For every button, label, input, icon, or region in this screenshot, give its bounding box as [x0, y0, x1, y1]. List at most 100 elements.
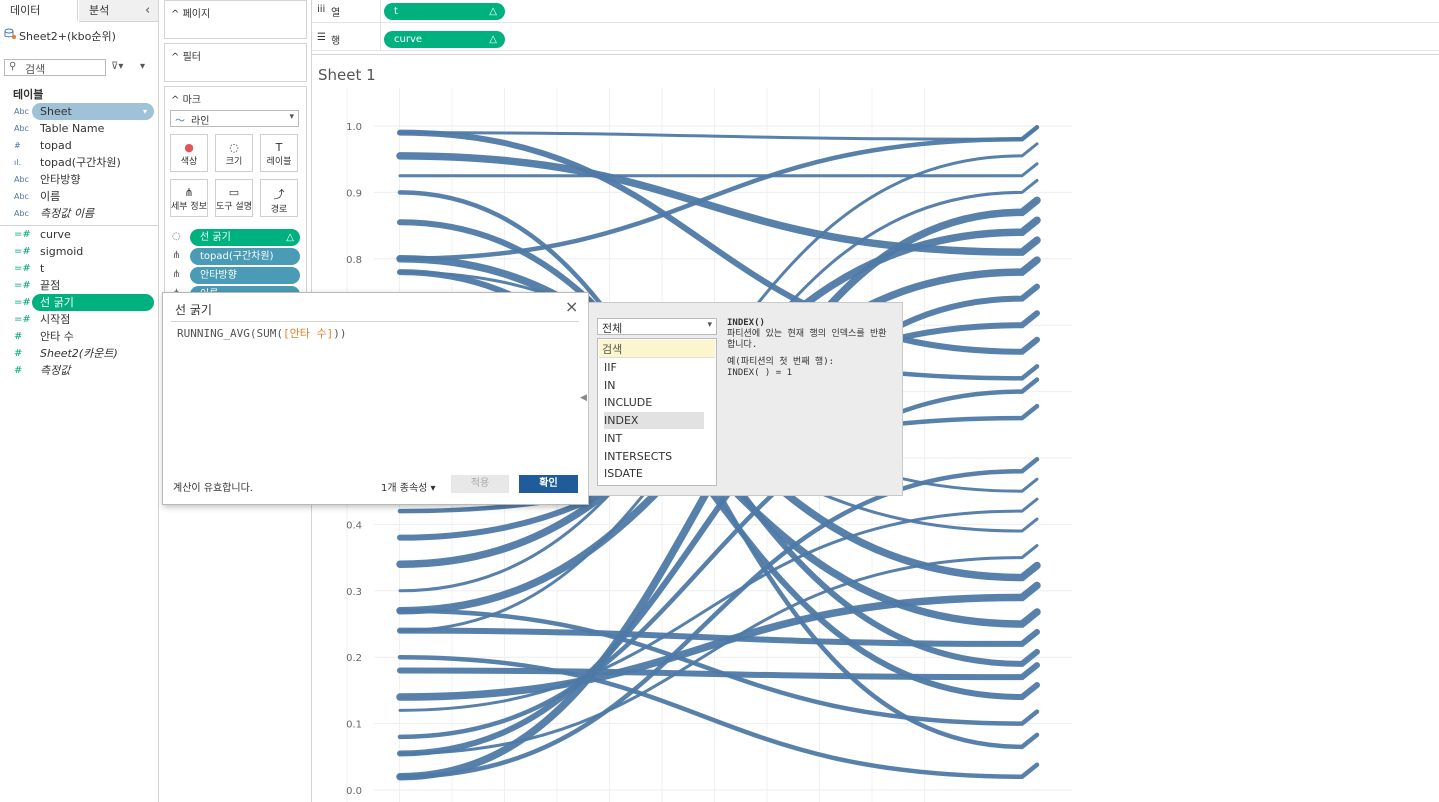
- chevron-up-icon[interactable]: ^: [171, 9, 179, 20]
- function-item[interactable]: INTERSECTS: [604, 448, 704, 465]
- validation-status: 계산이 유효합니다.: [173, 483, 253, 494]
- columns-pill-t[interactable]: t △: [384, 3, 505, 20]
- measure-field[interactable]: =# 끝점: [0, 277, 158, 294]
- filters-card[interactable]: ^ 필터: [164, 43, 307, 82]
- function-item[interactable]: ISDATE: [604, 465, 704, 482]
- measure-field[interactable]: =# 시작점: [0, 311, 158, 328]
- series-line[interactable]: [397, 662, 1040, 681]
- field-label: Sheet2(카운트): [40, 347, 118, 360]
- mark-button-3[interactable]: ⋔ 세부 정보: [170, 179, 208, 217]
- datasource-name[interactable]: Sheet2+(kbo순위): [19, 28, 116, 44]
- measure-field[interactable]: =# curve: [0, 226, 158, 243]
- mark-type-value: 라인: [191, 116, 210, 127]
- formula-editor[interactable]: RUNNING_AVG(SUM([안타 수])): [177, 325, 346, 341]
- field-label: topad(구간차원): [40, 156, 121, 169]
- function-item[interactable]: INDEX: [604, 412, 704, 430]
- delta-icon: △: [489, 34, 497, 45]
- filter-fields-icon[interactable]: ⊽▾: [111, 61, 123, 72]
- sheet-title: Sheet 1: [318, 66, 376, 84]
- y-tick-label: 0.3: [346, 587, 362, 598]
- field-label: 측정값: [40, 364, 71, 377]
- field-label: sigmoid: [40, 245, 84, 258]
- rows-pill-curve[interactable]: curve △: [384, 31, 505, 48]
- collapse-pane-icon[interactable]: ‹: [145, 3, 150, 18]
- chevron-up-icon[interactable]: ^: [171, 52, 179, 63]
- mark-button-5[interactable]: ⤴ 경로: [260, 179, 298, 217]
- calculated-field-icon: =#: [14, 280, 31, 291]
- measure-field[interactable]: # 측정값: [0, 362, 158, 379]
- series-line[interactable]: [398, 125, 1039, 141]
- function-help: INDEX() 파티션에 있는 현재 행의 인덱스를 반환합니다. 예(파티션의…: [727, 318, 892, 379]
- mark-button-label: 세부 정보: [171, 202, 207, 212]
- field-label: 측정값 이름: [40, 207, 95, 220]
- marks-pill-0[interactable]: 선 굵기 △: [190, 229, 300, 246]
- field-label: t: [40, 262, 45, 275]
- marks-pill-1[interactable]: topad(구간차원): [190, 248, 300, 265]
- section-tables: 테이블: [13, 88, 44, 101]
- path-icon: ⤴: [273, 188, 285, 201]
- label-icon: T: [275, 141, 283, 154]
- function-item[interactable]: IIF: [604, 359, 704, 376]
- mark-type-select[interactable]: 〜 라인 ▾: [170, 110, 299, 127]
- help-title: INDEX(): [727, 318, 765, 328]
- formula-end: )): [333, 327, 347, 340]
- field-label: Sheet: [40, 105, 72, 118]
- string-type-icon: Abc: [14, 175, 29, 184]
- dimension-field[interactable]: Abc 안타방향: [0, 171, 158, 188]
- pane-menu-icon[interactable]: ▾: [140, 61, 145, 72]
- chevron-down-icon[interactable]: ▾: [143, 103, 147, 120]
- dependency-dropdown[interactable]: 1개 종속성 ▾: [381, 479, 436, 494]
- calculated-field-icon: =#: [14, 297, 31, 308]
- dimension-field[interactable]: ▾ Abc Sheet: [0, 103, 158, 120]
- field-label: 안타 수: [40, 330, 74, 343]
- dimension-field[interactable]: Abc 측정값 이름: [0, 205, 158, 222]
- marks-card-title: ^ 마크: [171, 95, 201, 106]
- chevron-up-icon[interactable]: ^: [171, 95, 179, 106]
- function-item[interactable]: IN: [604, 377, 704, 394]
- help-description: 파티션에 있는 현재 행의 인덱스를 반환합니다.: [727, 329, 887, 350]
- filters-card-title: ^ 필터: [171, 52, 201, 63]
- calculated-field-icon: =#: [14, 246, 31, 257]
- function-list[interactable]: 검색 IIF IN INCLUDE INDEX INT INTERSECTS ISDATE: [597, 338, 717, 486]
- y-tick-label: 1.0: [346, 122, 362, 133]
- formula-function: RUNNING_AVG(SUM(: [177, 327, 283, 340]
- function-search-input[interactable]: 검색: [599, 340, 715, 358]
- detail-icon: ⋔: [172, 250, 181, 261]
- mark-button-1[interactable]: ◌ 크기: [215, 134, 253, 172]
- y-tick-label: 0.8: [346, 255, 362, 266]
- ok-button[interactable]: 확인: [519, 475, 578, 493]
- calculated-field-icon: =#: [14, 263, 31, 274]
- calculation-dialog: 선 굵기 × RUNNING_AVG(SUM([안타 수])) 계산이 유효합니…: [162, 292, 589, 505]
- string-type-icon: Abc: [14, 107, 29, 116]
- collapse-left-icon[interactable]: ◀: [580, 393, 587, 403]
- search-icon: ⚲: [9, 61, 17, 72]
- measure-field[interactable]: =# t: [0, 260, 158, 277]
- category-select[interactable]: 전체 ▾: [597, 318, 717, 335]
- mark-button-4[interactable]: ▭ 도구 설명: [215, 179, 253, 217]
- datasource-icon: [4, 28, 16, 39]
- measure-field[interactable]: =# 선 굵기: [0, 294, 158, 311]
- function-item[interactable]: INCLUDE: [604, 394, 704, 411]
- field-label: 안타방향: [40, 173, 81, 186]
- dimension-field[interactable]: Abc 이름: [0, 188, 158, 205]
- pages-card[interactable]: ^ 페이지: [164, 0, 307, 39]
- tab-data[interactable]: 데이터: [0, 0, 78, 22]
- field-search-input[interactable]: ⚲ 검색: [4, 59, 106, 76]
- marks-pill-2[interactable]: 안타방향: [190, 267, 300, 284]
- measure-field[interactable]: # Sheet2(카운트): [0, 345, 158, 362]
- mark-button-0[interactable]: ● 색상: [170, 134, 208, 172]
- close-icon[interactable]: ×: [565, 297, 578, 316]
- measure-field[interactable]: # 안타 수: [0, 328, 158, 345]
- function-item[interactable]: INT: [604, 430, 704, 447]
- apply-button[interactable]: 적용: [451, 475, 509, 493]
- series-line[interactable]: [397, 608, 1040, 726]
- dimension-field[interactable]: # topad: [0, 137, 158, 154]
- category-value: 전체: [602, 322, 623, 335]
- dimension-field[interactable]: Abc Table Name: [0, 120, 158, 137]
- mark-button-2[interactable]: T 레이블: [260, 134, 298, 172]
- measure-field[interactable]: =# sigmoid: [0, 243, 158, 260]
- dimension-field[interactable]: ıl. topad(구간차원): [0, 154, 158, 171]
- size-icon: ◌: [172, 231, 181, 242]
- chevron-down-icon: ▾: [289, 112, 294, 122]
- tooltip-icon: ▭: [228, 186, 240, 199]
